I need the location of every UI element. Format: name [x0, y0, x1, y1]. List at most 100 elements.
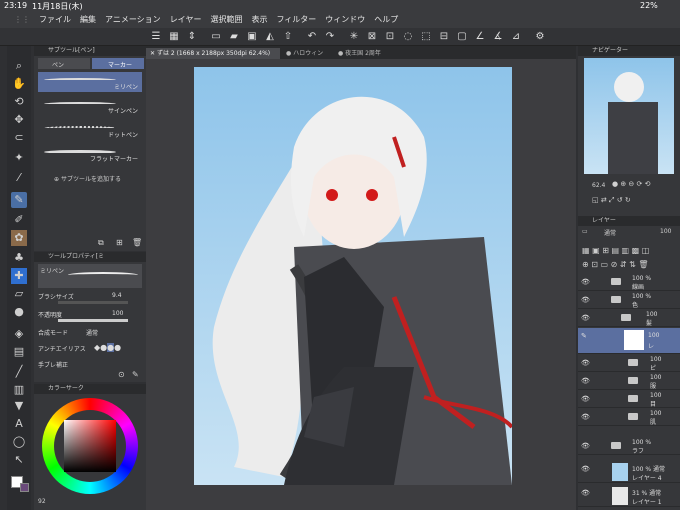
- brush-item-millipen[interactable]: ミリペン: [38, 72, 142, 92]
- menu-layer[interactable]: レイヤー: [170, 14, 202, 25]
- decoration-icon[interactable]: ✚: [11, 268, 27, 284]
- balloon-icon[interactable]: ◯: [11, 434, 27, 450]
- blend-mode-row[interactable]: 合成モード 通常: [38, 328, 142, 339]
- eye-icon[interactable]: 👁: [581, 377, 590, 385]
- menu-animation[interactable]: アニメーション: [105, 14, 161, 25]
- eye-icon[interactable]: 👁: [581, 314, 590, 322]
- layer-row[interactable]: 👁 31 % 通常 レイヤー 1: [578, 485, 680, 507]
- eye-icon[interactable]: 👁: [581, 413, 590, 421]
- deselect-icon[interactable]: ◌: [402, 31, 414, 43]
- blend-icon[interactable]: ●: [11, 304, 27, 320]
- share-icon[interactable]: ⇧: [282, 31, 294, 43]
- layer-row[interactable]: 👁 100 % 通常 レイヤー 4: [578, 461, 680, 483]
- layer-row[interactable]: 👁 100 肌: [578, 409, 680, 426]
- sv-square[interactable]: [64, 420, 116, 472]
- eraser-icon[interactable]: ▱: [11, 286, 27, 302]
- sub-color-swatch[interactable]: [20, 483, 29, 492]
- loading-icon[interactable]: ✳: [348, 31, 360, 43]
- select-all-icon[interactable]: ⬚: [420, 31, 432, 43]
- add-subtool-button[interactable]: ⊕ サブツールを追加する: [54, 174, 121, 183]
- eye-icon[interactable]: 👁: [581, 489, 590, 497]
- tab-marker[interactable]: マーカー: [92, 58, 144, 69]
- layer-row-selected[interactable]: ✎ 100 レ: [578, 328, 680, 354]
- tab-night-kingdom[interactable]: ● 夜王国 2周年: [334, 48, 406, 59]
- antialias-row[interactable]: アンチエイリアス ◆●●●: [38, 343, 142, 355]
- ruler-icon-2[interactable]: ∡: [492, 31, 504, 43]
- wrench-icon[interactable]: ✎: [132, 370, 139, 379]
- menu-help[interactable]: ヘルプ: [374, 14, 398, 25]
- menu-file[interactable]: ファイル: [39, 14, 71, 25]
- clear-icon[interactable]: ⊠: [366, 31, 378, 43]
- layer-row[interactable]: 👁 100 目: [578, 391, 680, 408]
- brush-icon[interactable]: ✿: [11, 230, 27, 246]
- menu-view[interactable]: 表示: [251, 14, 267, 25]
- tab-halloween[interactable]: ● ハロウィン: [282, 48, 332, 59]
- layer-row[interactable]: 👁 100 髪: [578, 310, 680, 327]
- stabilization-row[interactable]: 手ブレ補正: [38, 360, 142, 371]
- eyedropper-icon[interactable]: ⁄: [11, 170, 27, 186]
- open-folder-icon[interactable]: ▰: [228, 31, 240, 43]
- transform-icon[interactable]: ⊡: [384, 31, 396, 43]
- grid-icon[interactable]: ▦: [168, 31, 180, 43]
- layer-blend-row[interactable]: ▭ 通常 100: [582, 228, 676, 240]
- opacity-row[interactable]: 不透明度 100: [38, 310, 142, 322]
- fill-icon[interactable]: ◈: [11, 326, 27, 342]
- layer-row[interactable]: 👁 100 % ラフ: [578, 438, 680, 455]
- artwork-canvas[interactable]: [194, 67, 512, 485]
- tab-zuha[interactable]: ✕ ずは 2 (1668 x 2188px 350dpi 62.4%): [146, 48, 280, 59]
- brush-item-dotpen[interactable]: ドットペン: [38, 120, 142, 140]
- text-icon[interactable]: A: [11, 416, 27, 432]
- gradient-icon[interactable]: ▤: [11, 344, 27, 360]
- correct-icon[interactable]: ↖: [11, 452, 27, 468]
- opacity-slider[interactable]: [58, 319, 128, 322]
- hand-icon[interactable]: ✋: [11, 76, 27, 92]
- menu-filter[interactable]: フィルター: [276, 14, 316, 25]
- frame-tool-icon[interactable]: ▥: [11, 382, 27, 398]
- layer-row[interactable]: 👁 100 服: [578, 373, 680, 390]
- duplicate-icon[interactable]: ⊞: [116, 238, 123, 247]
- zoom-slider[interactable]: ● ⊕ ⊖ ⟳ ⟲: [612, 180, 650, 188]
- down-arrow-icon[interactable]: ⊙: [118, 370, 125, 379]
- move-icon[interactable]: ✥: [11, 112, 27, 128]
- eye-icon[interactable]: 👁: [581, 465, 590, 473]
- brush-item-signpen[interactable]: サインペン: [38, 96, 142, 116]
- hamburger-icon[interactable]: ☰: [150, 31, 162, 43]
- ruler-icon-3[interactable]: ⊿: [510, 31, 522, 43]
- airbrush-icon[interactable]: ♣: [11, 250, 27, 266]
- save-icon[interactable]: ▣: [246, 31, 258, 43]
- line-icon[interactable]: ╱: [11, 364, 27, 380]
- ruler-icon[interactable]: ∠: [474, 31, 486, 43]
- pen-icon[interactable]: ✎: [11, 192, 27, 208]
- brush-item-flatmarker[interactable]: フラットマーカー: [38, 144, 142, 164]
- lasso-icon[interactable]: ⊂: [11, 130, 27, 146]
- layer-toolbar[interactable]: ▦ ▣ ⊞ ▤ ▥ ▩ ◫ ⊕ ⊡ ▭ ⊘ ⇵ ⇅ 🗑: [582, 244, 676, 274]
- tab-pen[interactable]: ペン: [38, 58, 90, 69]
- trash-icon[interactable]: 🗑: [132, 238, 142, 247]
- new-file-icon[interactable]: ▭: [210, 31, 222, 43]
- paint-icon[interactable]: ◭: [264, 31, 276, 43]
- frame-icon[interactable]: ▢: [456, 31, 468, 43]
- navigator-thumbnail[interactable]: [584, 58, 674, 174]
- antialias-icons[interactable]: ◆●●●: [94, 343, 121, 352]
- eye-icon[interactable]: 👁: [581, 278, 590, 286]
- layer-row[interactable]: 👁 100 % 色: [578, 292, 680, 309]
- undo-icon[interactable]: ↶: [306, 31, 318, 43]
- brush-size-slider[interactable]: [58, 301, 128, 304]
- tab-close-icon[interactable]: ✕: [150, 50, 157, 57]
- view-controls-icon[interactable]: ◱ ⇄ ⤢ ↺ ↻: [592, 196, 631, 205]
- menu-selection[interactable]: 選択範囲: [210, 14, 242, 25]
- wand-icon[interactable]: ✦: [11, 150, 27, 166]
- crop-icon[interactable]: ⊟: [438, 31, 450, 43]
- sort-icon[interactable]: ⇕: [186, 31, 198, 43]
- zoom-icon[interactable]: ⌕: [11, 58, 27, 74]
- layer-row[interactable]: 👁 100 % 線画: [578, 274, 680, 291]
- eye-icon[interactable]: 👁: [581, 359, 590, 367]
- eye-icon[interactable]: 👁: [581, 442, 590, 450]
- layer-row[interactable]: 👁 100 ピ: [578, 355, 680, 372]
- brush-size-row[interactable]: ブラシサイズ 9.4: [38, 292, 142, 304]
- rotate-icon[interactable]: ⟲: [11, 94, 27, 110]
- operation-icon[interactable]: ▼: [11, 398, 27, 414]
- settings-icon[interactable]: ⚙: [534, 31, 546, 43]
- eye-icon[interactable]: 👁: [581, 296, 590, 304]
- copy-icon[interactable]: ⧉: [98, 238, 104, 248]
